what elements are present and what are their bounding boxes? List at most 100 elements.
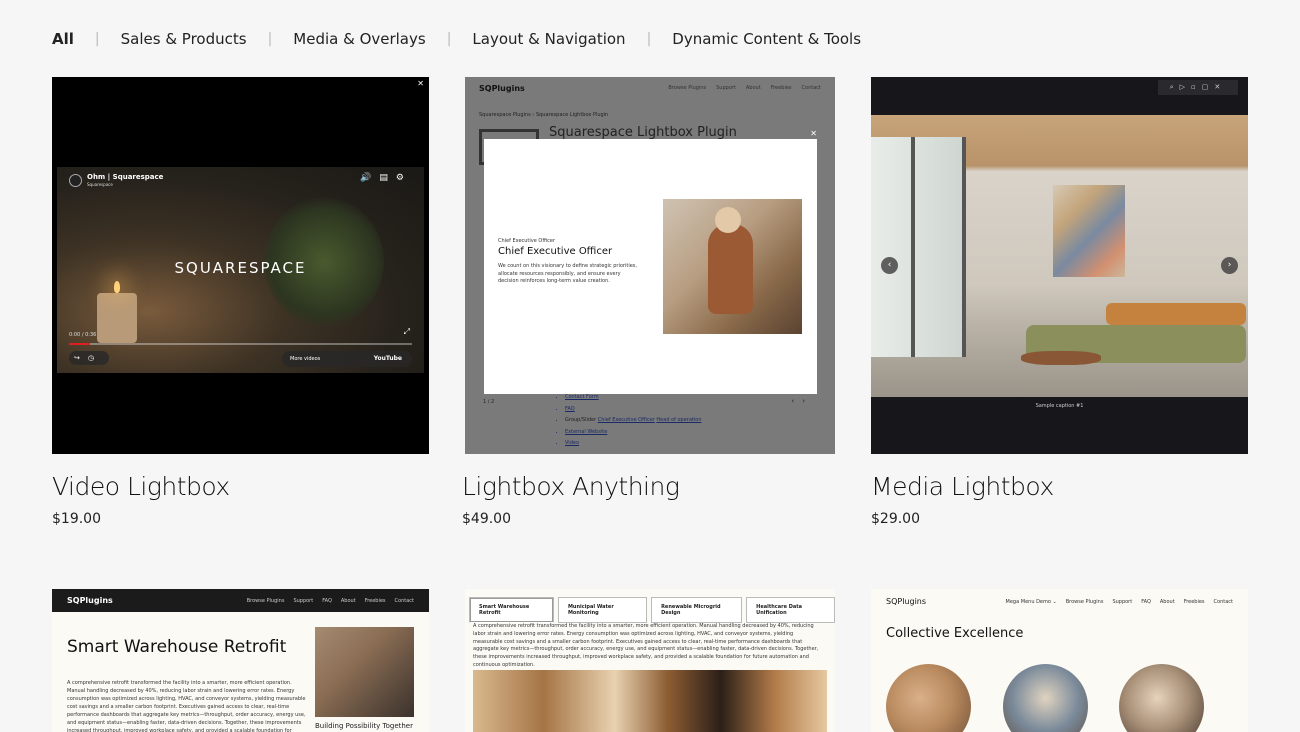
clock-icon[interactable]: ◷ (88, 354, 102, 362)
nav-link[interactable]: Mega Menu Demo ⌄ (1006, 599, 1057, 605)
nav-link[interactable]: Support (1112, 599, 1132, 605)
youtube-logo[interactable]: YouTube (374, 351, 402, 367)
nav-link[interactable]: Freebies (1184, 599, 1205, 605)
modal-photo (663, 199, 802, 334)
share-icon[interactable]: ↪ (74, 354, 88, 362)
link-list: Contact Form FAQ Group/Slider Chief Exec… (557, 392, 702, 450)
volume-icon[interactable]: 🔊 (360, 173, 379, 183)
video-channel-subtitle: Squarespace (87, 182, 113, 187)
team-photo (886, 664, 971, 732)
list-link[interactable]: Head of operation (656, 417, 701, 423)
product-price: $29.00 (871, 511, 920, 527)
preview-body-text: A comprehensive retrofit transformed the… (67, 680, 306, 732)
product-thumbnail-media-lightbox[interactable]: ⌕▷▫▢✕ ‹ › Sample caption #1 (871, 77, 1248, 454)
zoom-icon[interactable]: ⌕ (1170, 83, 1180, 91)
preview-title: Smart Warehouse Retrofit (67, 637, 287, 657)
nav-link[interactable]: About (746, 85, 761, 91)
squarespace-logo: SQUARESPACE (174, 259, 307, 277)
nav-link[interactable]: Freebies (365, 598, 386, 604)
video-progress-fill (69, 343, 90, 345)
list-item[interactable]: External Website (565, 427, 702, 439)
product-title[interactable]: Media Lightbox (871, 472, 1054, 501)
lightbox-modal: Chief Executive Officer Chief Executive … (484, 139, 817, 394)
next-arrow-icon[interactable]: › (802, 397, 813, 405)
settings-gear-icon[interactable]: ⚙ (396, 173, 412, 183)
nav-link[interactable]: Browse Plugins (668, 85, 706, 91)
player-top-icons: 🔊▤⚙ (360, 173, 412, 183)
nav-link[interactable]: About (1160, 599, 1175, 605)
list-item[interactable]: FAQ (565, 404, 702, 416)
nav-link[interactable]: Freebies (771, 85, 792, 91)
modal-body-text: We count on this visionary to define str… (498, 263, 637, 284)
site-logo: SQPlugins (886, 597, 927, 606)
filter-layout-navigation[interactable]: Layout & Navigation (472, 30, 625, 48)
product-title[interactable]: Video Lightbox (52, 472, 230, 501)
interior-photo (871, 115, 1248, 397)
product-thumbnail-tabs[interactable]: Smart Warehouse Retrofit Municipal Water… (465, 589, 835, 732)
nav-link[interactable]: Contact (395, 598, 414, 604)
site-nav-links: Browse Plugins Support About Freebies Co… (668, 85, 821, 91)
tab-photo (473, 670, 827, 732)
team-photo (1003, 664, 1088, 732)
nav-link[interactable]: About (341, 598, 356, 604)
filter-media-overlays[interactable]: Media & Overlays (293, 30, 425, 48)
next-arrow-icon[interactable]: › (1221, 257, 1238, 274)
channel-avatar (69, 174, 82, 187)
preview-site-nav: SQPlugins Mega Menu Demo ⌄ Browse Plugin… (886, 597, 1233, 606)
tab-item[interactable]: Healthcare Data Unification (746, 597, 835, 623)
product-thumbnail-video-lightbox[interactable]: ✕ Ohm | Squarespace Squarespace 🔊▤⚙ SQUA… (52, 77, 429, 454)
site-nav-links: Browse Plugins Support FAQ About Freebie… (247, 598, 414, 604)
prev-arrow-icon[interactable]: ‹ (881, 257, 898, 274)
fit-icon[interactable]: ▫ (1191, 83, 1202, 91)
product-price: $49.00 (462, 511, 511, 527)
fullscreen-icon[interactable]: ▢ (1202, 83, 1215, 91)
nav-link[interactable]: Support (716, 85, 736, 91)
more-videos-label[interactable]: More videos (290, 356, 320, 362)
list-item[interactable]: Video (565, 438, 702, 450)
list-link[interactable]: Chief Executive Officer (598, 417, 655, 423)
person-figure (708, 224, 753, 314)
filter-separator: | (267, 31, 273, 47)
tab-item[interactable]: Smart Warehouse Retrofit (469, 597, 554, 623)
nav-link[interactable]: Browse Plugins (247, 598, 285, 604)
fullscreen-icon[interactable]: ⤢ (404, 327, 410, 337)
nav-link[interactable]: Contact (1214, 599, 1233, 605)
tab-item[interactable]: Renewable Microgrid Design (651, 597, 743, 623)
window-image (871, 137, 966, 357)
captions-icon[interactable]: ▤ (379, 173, 396, 183)
product-thumbnail-mega-menu[interactable]: SQPlugins Mega Menu Demo ⌄ Browse Plugin… (871, 589, 1248, 732)
close-icon[interactable]: ✕ (1214, 83, 1226, 91)
list-item[interactable]: Contact Form (565, 392, 702, 404)
filter-dynamic-content-tools[interactable]: Dynamic Content & Tools (672, 30, 861, 48)
nav-link[interactable]: Browse Plugins (1066, 599, 1104, 605)
video-player-preview: Ohm | Squarespace Squarespace 🔊▤⚙ SQUARE… (57, 167, 424, 373)
category-filter-bar: All | Sales & Products | Media & Overlay… (52, 30, 861, 48)
wall-art-image (1053, 185, 1125, 277)
list-item-label: Group/Slider (565, 417, 597, 423)
slide-counter: 1 / 2 (483, 399, 495, 405)
team-photo (1119, 664, 1204, 732)
product-thumbnail-lightbox-anything[interactable]: SQPlugins Browse Plugins Support About F… (465, 77, 835, 454)
nav-link[interactable]: Contact (802, 85, 821, 91)
tab-item[interactable]: Municipal Water Monitoring (557, 597, 648, 623)
nav-link[interactable]: FAQ (1141, 599, 1151, 605)
product-thumbnail-warehouse[interactable]: SQPlugins Browse Plugins Support FAQ Abo… (52, 589, 429, 732)
video-progress-bar[interactable] (69, 343, 412, 345)
preview-site-nav: SQPlugins Browse Plugins Support About F… (465, 77, 835, 99)
product-price: $19.00 (52, 511, 101, 527)
close-icon[interactable]: ✕ (417, 79, 424, 88)
image-caption: Sample caption #1 (1035, 403, 1084, 409)
tab-bar: Smart Warehouse Retrofit Municipal Water… (469, 597, 835, 623)
close-icon[interactable]: ✕ (810, 129, 817, 138)
product-title[interactable]: Lightbox Anything (462, 472, 680, 501)
site-logo: SQPlugins (67, 596, 113, 605)
site-nav-links: Mega Menu Demo ⌄ Browse Plugins Support … (1006, 599, 1233, 605)
site-logo: SQPlugins (479, 83, 525, 93)
play-icon[interactable]: ▷ (1180, 83, 1191, 91)
filter-all[interactable]: All (52, 30, 74, 48)
preview-site-nav: SQPlugins Browse Plugins Support FAQ Abo… (52, 589, 429, 612)
prev-arrow-icon[interactable]: ‹ (791, 397, 802, 405)
filter-sales-products[interactable]: Sales & Products (121, 30, 247, 48)
nav-link[interactable]: Support (293, 598, 313, 604)
nav-link[interactable]: FAQ (322, 598, 332, 604)
